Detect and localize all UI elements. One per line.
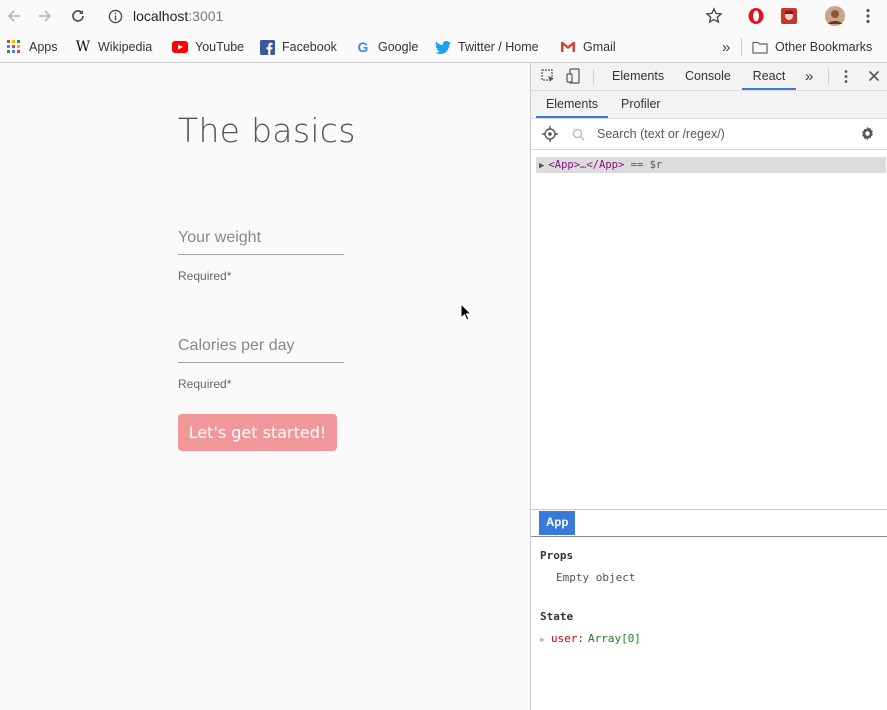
browser-menu-button[interactable] [862, 4, 874, 28]
youtube-icon [172, 39, 188, 55]
bookmark-label: Google [378, 40, 419, 54]
bookmark-label: Wikipedia [98, 40, 153, 54]
extension-button[interactable] [780, 4, 798, 28]
calories-helper-text: Required* [178, 377, 232, 391]
kebab-menu-icon [866, 8, 870, 24]
tree-suffix: == $r [624, 159, 663, 171]
gear-icon[interactable] [860, 126, 875, 141]
react-subtabs: Elements Profiler [531, 91, 887, 119]
back-button[interactable] [2, 4, 26, 28]
inspect-element-icon[interactable] [541, 69, 556, 84]
subtab-profiler[interactable]: Profiler [621, 91, 661, 118]
star-icon [705, 7, 723, 24]
bookmark-label: Facebook [282, 40, 337, 54]
component-search-input[interactable]: Search (text or /regex/) [597, 127, 725, 141]
page-title: The basics [178, 111, 356, 150]
input-underline [178, 362, 344, 363]
bookmark-label: YouTube [195, 40, 245, 54]
selected-component-badge[interactable]: App [539, 511, 576, 535]
opera-extension-button[interactable] [747, 4, 765, 28]
bookmark-label: Other Bookmarks [775, 40, 873, 54]
avatar-icon [825, 6, 845, 26]
state-value: Array[0] [587, 632, 641, 645]
tab-console[interactable]: Console [685, 63, 731, 90]
opera-icon [748, 8, 764, 24]
chevron-double-right-icon: » [722, 38, 731, 56]
twitter-icon [435, 39, 451, 55]
weight-input[interactable]: Your weight [178, 226, 344, 250]
tree-close-tag: </App> [586, 159, 625, 171]
folder-icon [752, 39, 768, 55]
get-started-button[interactable]: Let's get started! [178, 414, 337, 451]
tab-elements[interactable]: Elements [612, 63, 664, 90]
bookmark-label: Apps [29, 40, 58, 54]
url-host: localhost [133, 8, 189, 24]
browser-toolbar: localhost:3001 [0, 0, 887, 32]
subtab-elements[interactable]: Elements [536, 91, 608, 118]
apps-grid-icon [6, 39, 22, 55]
input-underline [178, 254, 344, 255]
side-pane-header: App [531, 509, 887, 537]
caret-right-icon[interactable]: ▶ [539, 161, 544, 171]
bookmarks-divider [741, 38, 742, 56]
state-key: user: [550, 632, 584, 645]
calories-field[interactable]: Calories per day Required* [178, 334, 344, 391]
facebook-icon [259, 39, 275, 55]
tab-react[interactable]: React [742, 63, 796, 90]
bookmark-facebook[interactable]: Facebook [259, 38, 337, 56]
select-element-icon[interactable] [542, 126, 558, 142]
close-icon[interactable] [868, 70, 880, 82]
arrow-left-icon [7, 10, 20, 22]
bookmarks-overflow-button[interactable]: » [722, 38, 730, 56]
bookmark-apps[interactable]: Apps [6, 38, 58, 56]
app-page: The basics Your weight Required* Calorie… [0, 63, 530, 710]
bookmark-gmail[interactable]: Gmail [560, 38, 616, 56]
mouse-cursor-icon [460, 303, 472, 321]
bookmark-label: Twitter / Home [458, 40, 539, 54]
bookmark-star-button[interactable] [705, 4, 723, 28]
tree-row-app[interactable]: ▶ <App>…</App> == $r [536, 157, 886, 173]
props-heading: Props [540, 549, 574, 562]
weight-helper-text: Required* [178, 269, 232, 283]
forward-button[interactable] [33, 4, 57, 28]
bookmark-youtube[interactable]: YouTube [172, 38, 244, 56]
bookmark-label: Gmail [583, 40, 616, 54]
other-bookmarks-folder[interactable]: Other Bookmarks [752, 38, 872, 56]
url-port: :3001 [188, 8, 224, 24]
calories-input[interactable]: Calories per day [178, 334, 344, 358]
devtools-tabbar: Elements Console React » [531, 63, 887, 91]
device-toolbar-icon[interactable] [566, 68, 581, 84]
search-icon [572, 128, 585, 141]
bookmark-wikipedia[interactable]: W Wikipedia [75, 38, 152, 56]
google-icon: G [357, 39, 369, 55]
more-tabs-button[interactable]: » [805, 63, 813, 90]
info-icon [108, 9, 123, 23]
gmail-icon [560, 39, 576, 55]
bookmark-google[interactable]: G Google [355, 38, 419, 56]
reload-icon [72, 10, 84, 22]
arrow-right-icon [39, 10, 52, 22]
component-search-bar: Search (text or /regex/) [531, 119, 887, 150]
tab-divider [593, 69, 594, 84]
weight-field[interactable]: Your weight Required* [178, 226, 344, 283]
devtools-panel: Elements Console React » Elements Profil… [530, 63, 887, 710]
address-bar[interactable]: localhost:3001 [108, 6, 223, 26]
profile-avatar[interactable] [825, 4, 845, 28]
state-heading: State [540, 610, 574, 623]
extension-icon [781, 8, 797, 24]
props-value: Empty object [556, 571, 636, 584]
caret-right-icon[interactable]: ▶ [540, 635, 545, 644]
kebab-menu-icon[interactable] [843, 69, 849, 84]
tab-divider [828, 69, 829, 84]
state-row-user[interactable]: ▶ user: Array[0] [540, 632, 641, 645]
reload-button[interactable] [66, 4, 90, 28]
bookmarks-bar: Apps W Wikipedia YouTube Facebook G Goog… [0, 32, 887, 63]
bookmark-twitter[interactable]: Twitter / Home [435, 38, 539, 56]
wikipedia-icon: W [75, 39, 91, 55]
tree-open-tag: <App> [548, 159, 581, 171]
